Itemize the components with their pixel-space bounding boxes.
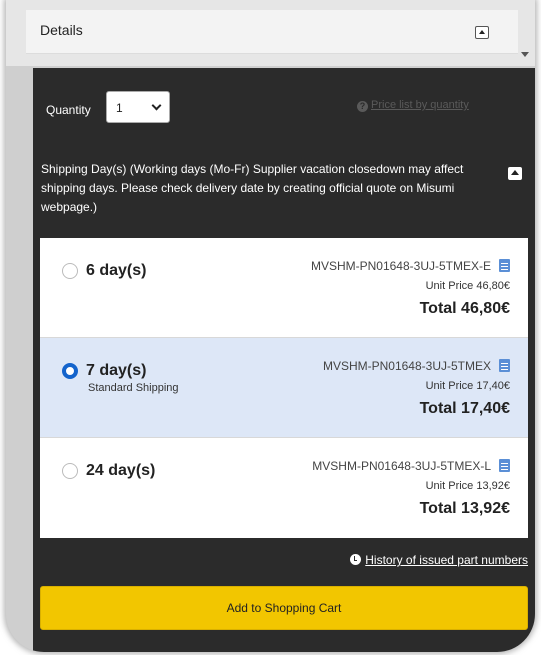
order-section: Quantity 1 ? Price list by quantity Shipp… [33,68,535,652]
option-days: 24 day(s) [86,462,156,479]
option-unit-price: Unit Price 17,40€ [425,380,510,392]
option-part-number: MVSHM-PN01648-3UJ-5TMEX-E [310,259,491,273]
details-title: Details [40,22,83,38]
history-part-numbers-link[interactable]: History of issued part numbers [350,553,528,567]
shipping-option-7-days[interactable]: 7 day(s) Standard Shipping MVSHM-PN01648… [40,338,528,438]
option-total: Total 13,92€ [419,500,510,517]
price-list-label: Price list by quantity [371,99,469,111]
price-list-link[interactable]: ? Price list by quantity [357,99,469,112]
document-icon[interactable] [499,359,510,372]
chevron-down-icon [151,100,162,111]
shipping-option-24-days[interactable]: 24 day(s) MVSHM-PN01648-3UJ-5TMEX-L Unit… [40,438,528,538]
option-part-number: MVSHM-PN01648-3UJ-5TMEX [322,359,491,373]
scroll-down-arrow-icon[interactable] [521,52,529,57]
radio-24-days[interactable] [62,463,78,479]
option-total: Total 46,80€ [419,300,510,317]
details-header: Details [6,0,535,66]
collapse-shipping-button[interactable] [508,167,522,180]
collapse-details-button[interactable] [475,26,489,39]
option-unit-price: Unit Price 46,80€ [425,280,510,292]
option-note: Standard Shipping [88,382,179,394]
question-circle-icon: ? [357,101,368,112]
shipping-options-list: 6 day(s) MVSHM-PN01648-3UJ-5TMEX-E Unit … [40,238,528,538]
history-label: History of issued part numbers [365,553,528,567]
document-icon[interactable] [499,459,510,472]
quantity-select[interactable]: 1 [106,91,170,123]
radio-7-days[interactable] [62,363,78,379]
shipping-option-6-days[interactable]: 6 day(s) MVSHM-PN01648-3UJ-5TMEX-E Unit … [40,238,528,338]
add-to-cart-button[interactable]: Add to Shopping Cart [40,586,528,630]
radio-6-days[interactable] [62,263,78,279]
option-unit-price: Unit Price 13,92€ [425,480,510,492]
quantity-value: 1 [116,101,123,115]
document-icon[interactable] [499,259,510,272]
product-panel: Details Quantity 1 ? Price list by quanti… [6,0,535,652]
quantity-label: Quantity [46,103,91,117]
option-days: 7 day(s) [86,362,147,379]
option-part-number: MVSHM-PN01648-3UJ-5TMEX-L [312,459,491,473]
clock-icon [350,554,362,565]
details-header-inner [26,10,518,54]
shipping-days-header: Shipping Day(s) (Working days (Mo-Fr) Su… [41,162,464,214]
option-days: 6 day(s) [86,262,147,279]
option-total: Total 17,40€ [419,400,510,417]
